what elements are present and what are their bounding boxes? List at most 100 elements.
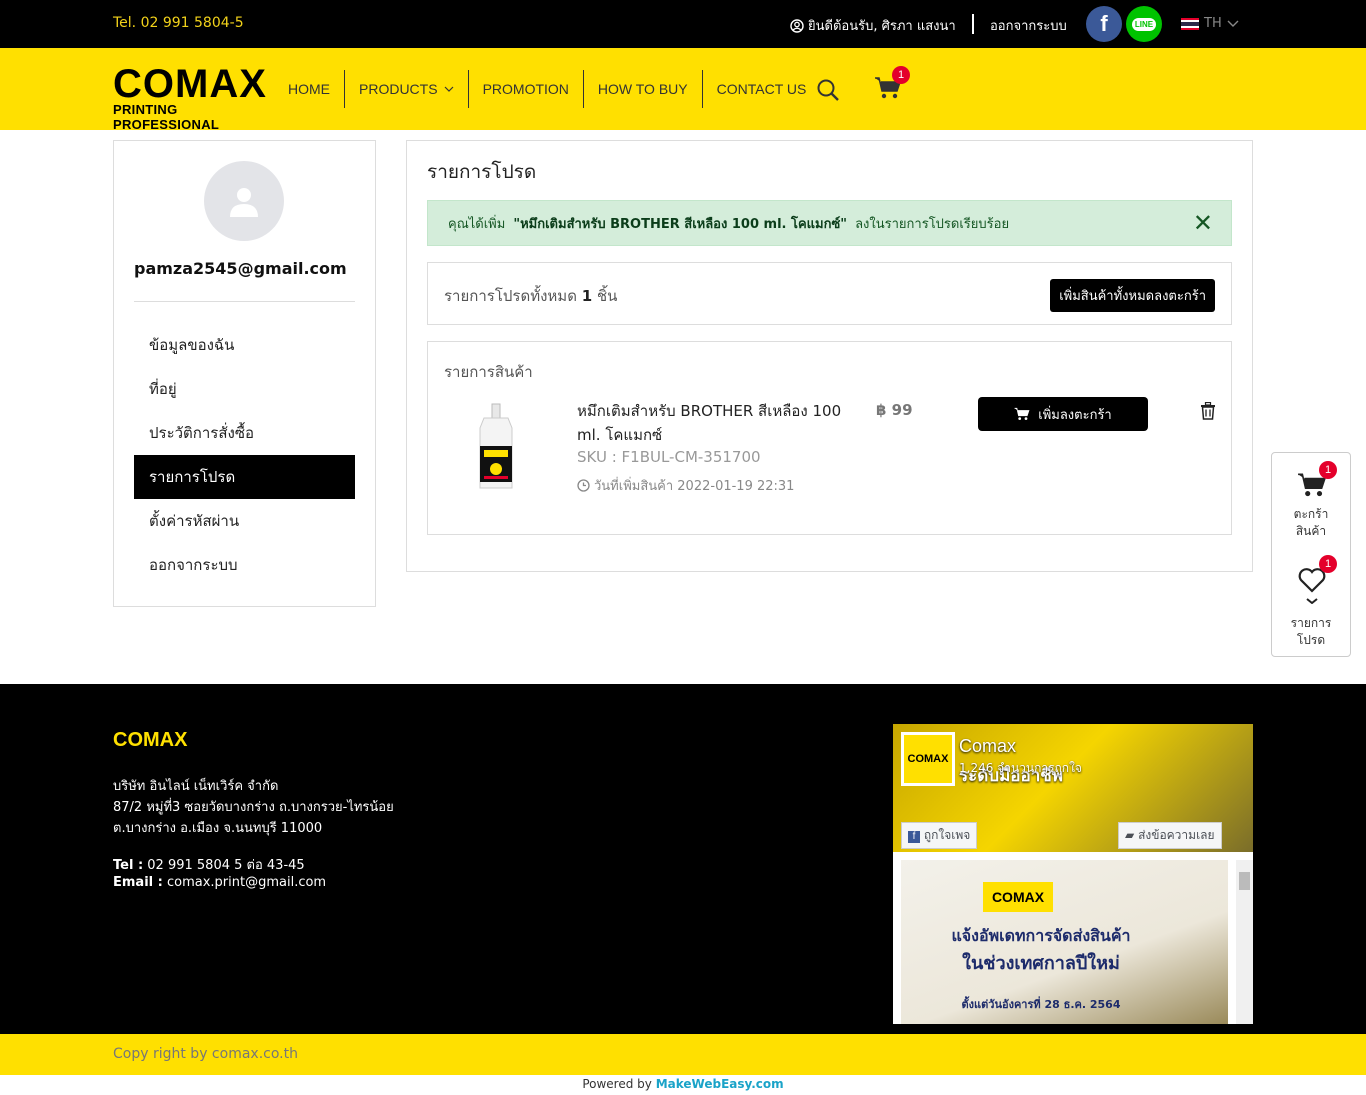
nav-products[interactable]: PRODUCTS [344, 70, 468, 108]
thai-flag-icon [1181, 17, 1199, 30]
trash-icon[interactable] [1200, 402, 1216, 420]
product-price: ฿ 99 [876, 401, 913, 419]
copyright-text: Copy right by comax.co.th [113, 1046, 298, 1062]
powered-prefix: Powered by [582, 1077, 652, 1091]
cart-icon [1014, 407, 1030, 420]
price-value: 99 [891, 401, 913, 419]
chevron-down-icon [1227, 20, 1239, 27]
footer-brand: COMAX [113, 729, 188, 751]
float-wishlist-badge: 1 [1319, 555, 1337, 573]
nav-home[interactable]: HOME [274, 70, 344, 108]
date-added-text: วันที่เพิ่มสินค้า 2022-01-19 22:31 [594, 479, 795, 494]
cart-count-badge: 1 [892, 66, 910, 84]
nav-menu: HOME PRODUCTS PROMOTION HOW TO BUY CONTA… [274, 70, 820, 108]
add-to-cart-button[interactable]: เพิ่มลงตะกร้า [978, 397, 1148, 431]
summary-text: รายการโปรดทั้งหมด 1 ชิ้น [444, 284, 617, 308]
comax-logo[interactable]: COMAX PRINTING PROFESSIONAL [113, 62, 267, 132]
chevron-down-icon [444, 86, 453, 92]
facebook-like-count: 1,246 จำนวนการถูกใจ [959, 761, 1082, 775]
search-icon[interactable] [816, 78, 840, 102]
nav-home-label: HOME [288, 81, 330, 97]
product-image[interactable] [446, 397, 546, 497]
facebook-icon: f [908, 831, 920, 843]
email-label: Email : [113, 875, 163, 890]
product-name[interactable]: หมึกเติมสำหรับ BROTHER สีเหลือง 100 ml. … [577, 399, 852, 447]
logout-link[interactable]: ออกจากระบบ [990, 15, 1067, 36]
copyright-bar: Copy right by comax.co.th [0, 1034, 1366, 1075]
nav-promotion[interactable]: PROMOTION [467, 70, 583, 108]
powered-brand-link[interactable]: MakeWebEasy.com [656, 1077, 784, 1091]
post-logo: COMAX [983, 882, 1053, 912]
nav-products-label: PRODUCTS [359, 81, 438, 97]
summary-prefix: รายการโปรดทั้งหมด [444, 287, 577, 305]
product-sku: SKU : F1BUL-CM-351700 [577, 448, 761, 466]
nav-how-to-buy-label: HOW TO BUY [597, 81, 688, 97]
summary-unit: ชิ้น [596, 287, 618, 305]
avatar [204, 161, 284, 241]
logo-main-text: COMAX [113, 62, 267, 106]
email-value[interactable]: comax.print@gmail.com [167, 875, 326, 890]
account-sidebar: pamza2545@gmail.com ข้อมูลของฉัน ที่อยู่… [113, 140, 376, 607]
language-selector[interactable]: TH [1181, 16, 1239, 31]
fb-like-label: ถูกใจเพจ [923, 828, 971, 842]
tel-value: 02 991 5804 5 ต่อ 43-45 [147, 858, 305, 873]
nav-contact-us-label: CONTACT US [716, 81, 807, 97]
float-cart-badge: 1 [1319, 461, 1337, 479]
add-all-to-cart-button[interactable]: เพิ่มสินค้าทั้งหมดลงตะกร้า [1050, 279, 1215, 312]
alert-product-name: "หมึกเติมสำหรับ BROTHER สีเหลือง 100 ml.… [513, 216, 848, 232]
nav-contact-us[interactable]: CONTACT US [701, 70, 821, 108]
line-icon[interactable]: LINE [1126, 6, 1162, 42]
close-icon[interactable]: ✕ [1193, 211, 1213, 235]
menu-wishlist[interactable]: รายการโปรด [134, 455, 355, 499]
welcome-text: ยินดีต้อนรับ, ศิรภา แสงนา [808, 19, 956, 34]
page-title: รายการโปรด [427, 161, 537, 183]
menu-password-settings[interactable]: ตั้งค่ารหัสผ่าน [134, 499, 355, 543]
facebook-icon[interactable]: f [1086, 6, 1122, 42]
success-alert: คุณได้เพิ่ม "หมึกเติมสำหรับ BROTHER สีเห… [427, 200, 1232, 246]
powered-by: Powered by MakeWebEasy.com [0, 1077, 1366, 1091]
divider [972, 14, 974, 34]
float-wishlist-label-1[interactable]: รายการ [1272, 614, 1350, 632]
floating-quick-panel: 1 ตะกร้า สินค้า 1 รายการ โปรด [1271, 452, 1351, 657]
summary-count: 1 [581, 287, 593, 305]
account-email: pamza2545@gmail.com [134, 259, 347, 278]
account-menu: ข้อมูลของฉัน ที่อยู่ ประวัติการสั่งซื้อ … [134, 323, 355, 587]
facebook-post-image[interactable]: COMAX แจ้งอัพเดทการจัดส่งสินค้า ในช่วงเท… [901, 860, 1228, 1024]
menu-address[interactable]: ที่อยู่ [134, 367, 355, 411]
facebook-message-button[interactable]: ▰ ส่งข้อความเลย [1118, 822, 1222, 849]
footer-email: Email : comax.print@gmail.com [113, 875, 326, 890]
facebook-page-name[interactable]: Comax [959, 736, 1016, 757]
post-line-3: ตั้งแต่วันอังคารที่ 28 ธ.ค. 2564 [961, 998, 1121, 1011]
menu-my-info[interactable]: ข้อมูลของฉัน [134, 323, 355, 367]
welcome-user[interactable]: ยินดีต้อนรับ, ศิรภา แสงนา [790, 15, 956, 36]
divider [134, 301, 355, 302]
ink-bottle-image [479, 403, 513, 489]
items-heading: รายการสินค้า [444, 363, 533, 381]
footer-company: บริษัท อินไลน์ เน็ทเวิร์ค จำกัด [113, 779, 279, 794]
alert-suffix: ลงในรายการโปรดเรียบร้อย [855, 216, 1010, 232]
tel-label: Tel : [113, 858, 144, 873]
post-line-2: ในช่วงเทศกาลปีใหม่ [962, 953, 1120, 974]
top-bar: Tel. 02 991 5804-5 ยินดีต้อนรับ, ศิรภา แ… [0, 0, 1366, 48]
float-wishlist-label-2[interactable]: โปรด [1272, 631, 1350, 649]
phone-number: Tel. 02 991 5804-5 [113, 15, 244, 31]
footer: COMAX บริษัท อินไลน์ เน็ทเวิร์ค จำกัด 87… [0, 684, 1366, 1034]
float-cart-label-1[interactable]: ตะกร้า [1272, 505, 1350, 523]
facebook-like-button[interactable]: f ถูกใจเพจ [901, 822, 978, 849]
fb-message-label: ส่งข้อความเลย [1138, 828, 1215, 842]
facebook-page-logo: COMAX [901, 732, 955, 786]
menu-logout[interactable]: ออกจากระบบ [134, 543, 355, 587]
language-code: TH [1204, 16, 1222, 31]
facebook-page-widget: ระดับมืออาชีพ COMAX Comax 1,246 จำนวนการ… [893, 724, 1253, 1024]
nav-how-to-buy[interactable]: HOW TO BUY [582, 70, 702, 108]
menu-order-history[interactable]: ประวัติการสั่งซื้อ [134, 411, 355, 455]
facebook-cover[interactable]: ระดับมืออาชีพ COMAX Comax 1,246 จำนวนการ… [893, 724, 1253, 852]
scrollbar-thumb[interactable] [1239, 872, 1250, 890]
clock-icon [577, 479, 590, 492]
float-cart-label-2[interactable]: สินค้า [1272, 522, 1350, 540]
chevron-down-icon [1306, 598, 1318, 604]
footer-tel: Tel : 02 991 5804 5 ต่อ 43-45 [113, 854, 305, 875]
post-line-1: แจ้งอัพเดทการจัดส่งสินค้า [951, 926, 1131, 945]
nav-promotion-label: PROMOTION [482, 81, 569, 97]
scrollbar[interactable] [1236, 860, 1253, 1024]
